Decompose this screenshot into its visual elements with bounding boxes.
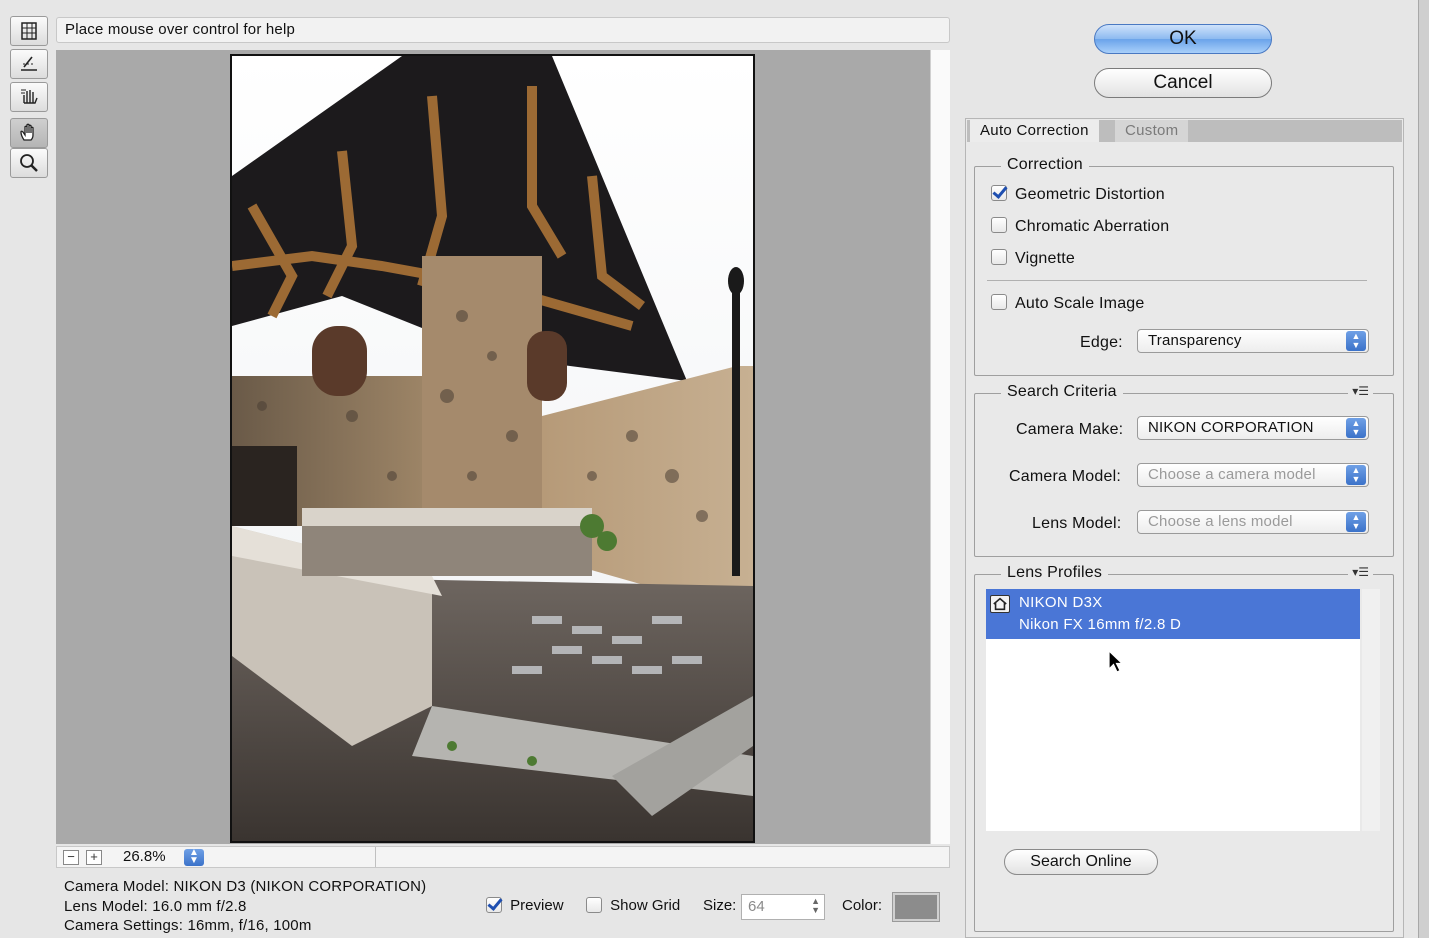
tool-palette xyxy=(10,16,48,178)
lens-profiles-title: Lens Profiles xyxy=(1001,564,1109,582)
search-criteria-menu-icon[interactable]: ▾☰ xyxy=(1348,384,1373,398)
home-icon xyxy=(990,595,1010,613)
correction-title: Correction xyxy=(1001,156,1089,174)
show-grid-label: Show Grid xyxy=(610,897,681,914)
vignette-label: Vignette xyxy=(1015,250,1076,267)
preview-image xyxy=(230,54,755,843)
lens-profile-list[interactable]: NIKON D3X Nikon FX 16mm f/2.8 D xyxy=(986,589,1360,831)
lens-model-info: Lens Model: 16.0 mm f/2.8 xyxy=(64,898,247,915)
chromatic-aberration-label: Chromatic Aberration xyxy=(1015,218,1170,235)
zoom-out-button[interactable]: − xyxy=(63,850,79,865)
zoom-bar: − + 26.8% ▲ ▼ xyxy=(56,846,950,868)
geometric-distortion-label: Geometric Distortion xyxy=(1015,186,1165,203)
camera-model-label: Camera Model: xyxy=(1009,468,1121,485)
lens-profile-item-selected[interactable]: NIKON D3X Nikon FX 16mm f/2.8 D xyxy=(986,589,1360,639)
zoom-stepper-icon[interactable]: ▲ ▼ xyxy=(184,848,204,866)
lens-model-select[interactable]: Choose a lens model ▲ ▼ xyxy=(1137,510,1369,534)
profile-list-scrollbar[interactable] xyxy=(1362,589,1380,831)
ok-button[interactable]: OK xyxy=(1094,24,1272,54)
preview-label: Preview xyxy=(510,897,564,914)
auto-scale-row[interactable]: Auto Scale Image xyxy=(991,294,1144,312)
camera-make-select[interactable]: NIKON CORPORATION ▲ ▼ xyxy=(1137,416,1369,440)
preview-checkbox-row[interactable]: Preview xyxy=(486,897,564,914)
select-arrows-icon: ▲ ▼ xyxy=(1346,512,1366,532)
auto-scale-label: Auto Scale Image xyxy=(1015,295,1145,312)
move-grid-icon[interactable] xyxy=(10,82,48,112)
zoom-in-button[interactable]: + xyxy=(86,850,102,865)
camera-model-value: Choose a camera model xyxy=(1148,466,1316,483)
lens-model-value: Choose a lens model xyxy=(1148,513,1293,530)
camera-model-select[interactable]: Choose a camera model ▲ ▼ xyxy=(1137,463,1369,487)
cancel-button[interactable]: Cancel xyxy=(1094,68,1272,98)
grid-size-field[interactable]: 64 ▲ ▼ xyxy=(741,894,825,920)
search-criteria-title: Search Criteria xyxy=(1001,383,1123,401)
show-grid-checkbox[interactable] xyxy=(586,897,602,913)
edge-select-value: Transparency xyxy=(1148,332,1242,349)
color-label: Color: xyxy=(842,897,883,914)
mouse-cursor-icon xyxy=(1108,650,1124,673)
select-arrows-icon: ▲ ▼ xyxy=(1346,418,1366,438)
profile-lens-name: Nikon FX 16mm f/2.8 D xyxy=(1019,616,1182,633)
chromatic-aberration-row[interactable]: Chromatic Aberration xyxy=(991,217,1169,235)
camera-model-info: Camera Model: NIKON D3 (NIKON CORPORATIO… xyxy=(64,878,427,895)
straighten-icon[interactable] xyxy=(10,49,48,79)
show-grid-checkbox-row[interactable]: Show Grid xyxy=(586,897,680,914)
correction-divider xyxy=(987,280,1367,281)
tab-custom[interactable]: Custom xyxy=(1115,120,1189,142)
zoom-level[interactable]: 26.8% xyxy=(123,848,166,865)
preview-checkbox[interactable] xyxy=(486,897,502,913)
lens-model-label: Lens Model: xyxy=(1032,515,1122,532)
grid-color-swatch[interactable] xyxy=(893,893,939,921)
chromatic-aberration-checkbox[interactable] xyxy=(991,217,1007,233)
size-label: Size: xyxy=(703,897,737,914)
window-edge xyxy=(1418,0,1429,938)
grid-size-value: 64 xyxy=(748,898,765,915)
horizontal-scrollbar[interactable] xyxy=(375,847,376,867)
tab-auto-correction[interactable]: Auto Correction xyxy=(970,120,1099,142)
select-arrows-icon: ▲ ▼ xyxy=(1346,331,1366,351)
camera-make-label: Camera Make: xyxy=(1016,421,1124,438)
camera-settings-info: Camera Settings: 16mm, f/16, 100m xyxy=(64,917,312,934)
help-text-bar: Place mouse over control for help xyxy=(56,17,950,43)
remove-distortion-icon[interactable] xyxy=(10,16,48,46)
hand-icon[interactable] xyxy=(10,118,48,148)
camera-make-value: NIKON CORPORATION xyxy=(1148,419,1314,436)
vignette-checkbox[interactable] xyxy=(991,249,1007,265)
preview-vertical-scrollbar[interactable] xyxy=(930,50,950,844)
geometric-distortion-checkbox[interactable] xyxy=(991,185,1007,201)
geometric-distortion-row[interactable]: Geometric Distortion xyxy=(991,185,1165,203)
search-online-button[interactable]: Search Online xyxy=(1004,849,1158,875)
edge-select[interactable]: Transparency ▲ ▼ xyxy=(1137,329,1369,353)
auto-scale-checkbox[interactable] xyxy=(991,294,1007,310)
profile-camera-name: NIKON D3X xyxy=(1019,594,1103,611)
lens-profiles-menu-icon[interactable]: ▾☰ xyxy=(1348,565,1373,579)
vignette-row[interactable]: Vignette xyxy=(991,249,1075,267)
zoom-icon[interactable] xyxy=(10,148,48,178)
size-stepper-icon[interactable]: ▲ ▼ xyxy=(811,897,820,915)
edge-label: Edge: xyxy=(1080,334,1123,351)
select-arrows-icon: ▲ ▼ xyxy=(1346,465,1366,485)
